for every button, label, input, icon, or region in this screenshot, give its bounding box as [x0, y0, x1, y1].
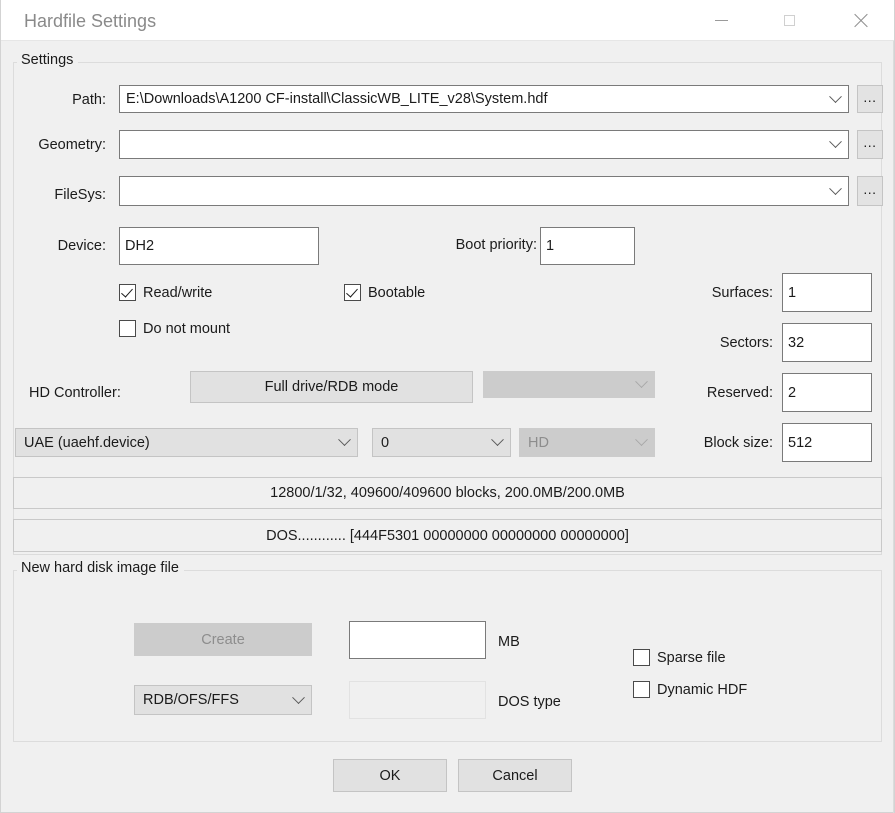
- path-combo[interactable]: E:\Downloads\A1200 CF-install\ClassicWB_…: [119, 85, 849, 113]
- filesys-chevron-down-icon[interactable]: [822, 181, 848, 196]
- minimize-icon: [714, 20, 728, 21]
- hd-controller-unit-combo[interactable]: 0: [372, 428, 511, 457]
- sectors-input[interactable]: [782, 323, 872, 362]
- hd-controller-type-value: HD: [528, 434, 549, 451]
- read-write-checkbox-box: [119, 284, 136, 301]
- maximize-icon: [783, 15, 795, 26]
- device-label: Device:: [57, 238, 106, 254]
- hd-controller-unit-value: 0: [381, 434, 390, 451]
- do-not-mount-label: Do not mount: [143, 320, 231, 337]
- filesys-label: FileSys:: [54, 187, 106, 203]
- surfaces-label: Surfaces:: [711, 285, 773, 301]
- bootable-checkbox[interactable]: Bootable: [344, 284, 425, 301]
- window-right-edge: [893, 41, 894, 813]
- title-bar: Hardfile Settings: [1, 0, 894, 41]
- sectors-label: Sectors:: [719, 335, 773, 351]
- dynamic-hdf-checkbox-box: [633, 681, 650, 698]
- do-not-mount-checkbox-box: [119, 320, 136, 337]
- minimize-button[interactable]: [698, 0, 744, 41]
- bootable-label: Bootable: [368, 284, 426, 301]
- image-format-value: RDB/OFS/FFS: [143, 692, 239, 708]
- path-value: E:\Downloads\A1200 CF-install\ClassicWB_…: [126, 91, 548, 107]
- hd-controller-device-combo[interactable]: UAE (uaehf.device): [15, 428, 358, 457]
- hd-controller-unit-chevron-down-icon[interactable]: [484, 433, 510, 447]
- block-size-input[interactable]: [782, 423, 872, 462]
- new-image-group-legend: New hard disk image file: [17, 560, 184, 576]
- hd-controller-type-chevron-down-icon: [628, 433, 654, 447]
- geometry-label: Geometry:: [38, 137, 106, 153]
- close-button[interactable]: [837, 0, 883, 41]
- hd-controller-label: HD Controller:: [29, 385, 121, 401]
- sparse-file-checkbox-box: [633, 649, 650, 666]
- image-format-combo[interactable]: RDB/OFS/FFS: [134, 685, 312, 715]
- image-dostype-label: DOS type: [498, 694, 561, 710]
- boot-priority-label: Boot priority:: [455, 237, 537, 253]
- boot-priority-input[interactable]: [540, 227, 635, 265]
- full-drive-rdb-mode-button[interactable]: Full drive/RDB mode: [190, 371, 473, 403]
- window-title: Hardfile Settings: [24, 11, 157, 31]
- image-dostype-input[interactable]: [349, 681, 486, 719]
- dynamic-hdf-label: Dynamic HDF: [657, 681, 748, 698]
- close-icon: [853, 13, 868, 28]
- read-write-checkbox[interactable]: Read/write: [119, 284, 212, 301]
- image-format-chevron-down-icon[interactable]: [285, 690, 311, 705]
- ok-button[interactable]: OK: [333, 759, 447, 792]
- cancel-button[interactable]: Cancel: [458, 759, 572, 792]
- hd-controller-device-chevron-down-icon[interactable]: [331, 433, 357, 447]
- geometry-chevron-down-icon[interactable]: [822, 135, 848, 149]
- geometry-info-bar: 12800/1/32, 409600/409600 blocks, 200.0M…: [13, 477, 882, 509]
- path-label: Path:: [72, 92, 106, 108]
- image-size-unit-label: MB: [498, 634, 520, 650]
- hd-controller-extra-combo: [483, 371, 655, 398]
- do-not-mount-checkbox[interactable]: Do not mount: [119, 320, 230, 337]
- filesys-browse-button[interactable]: ...: [857, 176, 883, 206]
- geometry-combo[interactable]: [119, 130, 849, 159]
- dostype-info-bar: DOS............ [444F5301 00000000 00000…: [13, 519, 882, 552]
- read-write-label: Read/write: [143, 284, 213, 301]
- dynamic-hdf-checkbox[interactable]: Dynamic HDF: [633, 681, 747, 698]
- device-input[interactable]: [119, 227, 319, 265]
- path-chevron-down-icon[interactable]: [822, 89, 848, 104]
- geometry-browse-button[interactable]: ...: [857, 130, 883, 159]
- hardfile-settings-window: Hardfile Settings Settings Path: E:\Down…: [0, 0, 895, 813]
- sparse-file-label: Sparse file: [657, 649, 726, 666]
- maximize-button[interactable]: [766, 0, 812, 41]
- bootable-checkbox-box: [344, 284, 361, 301]
- settings-group-legend: Settings: [17, 52, 79, 68]
- create-button[interactable]: Create: [134, 623, 312, 656]
- hd-controller-extra-chevron-down-icon: [628, 375, 654, 389]
- filesys-combo[interactable]: [119, 176, 849, 206]
- path-browse-button[interactable]: ...: [857, 85, 883, 113]
- hd-controller-type-combo: HD: [519, 428, 655, 457]
- hd-controller-device-value: UAE (uaehf.device): [24, 434, 150, 451]
- image-size-input[interactable]: [349, 621, 486, 659]
- sparse-file-checkbox[interactable]: Sparse file: [633, 649, 726, 666]
- reserved-input[interactable]: [782, 373, 872, 412]
- surfaces-input[interactable]: [782, 273, 872, 312]
